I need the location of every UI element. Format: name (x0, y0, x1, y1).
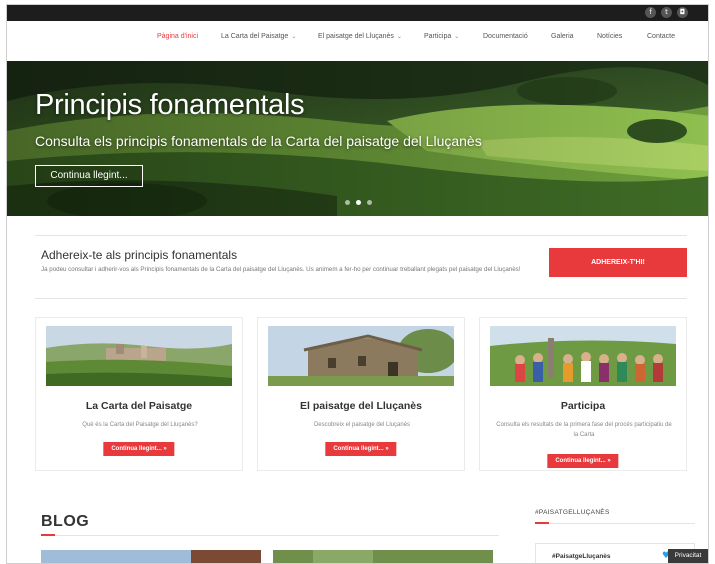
slider-dot[interactable] (367, 200, 372, 205)
chevron-down-icon: ⌄ (396, 34, 402, 40)
card-read-more-button[interactable]: Continua llegint... » (547, 454, 619, 468)
facebook-icon[interactable]: f (645, 7, 656, 18)
nav-item-noticies[interactable]: Notícies (597, 33, 622, 40)
hero-slider: Principis fonamentals Consulta els princ… (7, 61, 708, 216)
card-title: Participa (560, 400, 606, 412)
card-title: El paisatge del Lluçanès (300, 400, 422, 412)
nav-item-galeria[interactable]: Galeria (551, 33, 574, 40)
blog-heading: BLOG (41, 513, 90, 530)
nav-item-label: Pàgina d'inici (157, 33, 199, 40)
nav-item-label: Notícies (597, 33, 623, 40)
feature-card-paisatge: El paisatge del Lluçanès Descobreix el p… (257, 317, 465, 471)
slider-dots (345, 200, 372, 205)
adhere-button[interactable]: ADHEREIX-T'HI! (549, 248, 687, 277)
card-title: La Carta del Paisatge (85, 400, 193, 412)
hashtag-heading: #PAISATGELLUÇANÈS (535, 509, 610, 516)
nav-item-paisatge[interactable]: El paisatge del Lluçanès ⌄ (318, 33, 402, 40)
card-description: Descobreix el paisatge del Lluçanès (313, 422, 411, 428)
feature-card-participa: Participa Consulta els resultats de la p… (479, 317, 687, 471)
main-nav: Pàgina d'inici La Carta del Paisatge ⌄ El… (7, 33, 708, 47)
card-description: Consulta els resultats de la primera fas… (496, 422, 672, 438)
nav-item-home[interactable]: Pàgina d'inici (157, 33, 198, 40)
card-image-group[interactable] (490, 326, 676, 386)
twitter-widget-title: #PaisatgeLluçanès (552, 553, 611, 560)
adhere-text: Ja podeu consultar i adherir-vos als Pri… (41, 266, 521, 273)
nav-item-label: Contacte (647, 33, 676, 40)
hero-read-more-button[interactable]: Continua llegint... (35, 165, 143, 187)
blog-divider-accent (41, 534, 55, 536)
nav-item-label: Participa (424, 33, 452, 40)
card-image-farmhouse[interactable] (268, 326, 454, 386)
feature-card-carta: La Carta del Paisatge Què és la Carta de… (35, 317, 243, 471)
hashtag-divider (535, 523, 695, 524)
chevron-down-icon: ⌄ (454, 34, 460, 40)
nav-item-documentacio[interactable]: Documentació (483, 33, 528, 40)
nav-item-label: Documentació (483, 33, 528, 40)
hero-title: Principis fonamentals (35, 89, 305, 121)
blog-post-thumbnail[interactable] (41, 550, 261, 563)
nav-item-label: Galeria (551, 33, 574, 40)
card-read-more-button[interactable]: Continua llegint... » (103, 442, 175, 456)
card-read-more-button[interactable]: Continua llegint... » (325, 442, 397, 456)
privacy-button[interactable]: Privacitat (668, 549, 708, 563)
hero-subtitle: Consulta els principis fonamentals de la… (35, 133, 482, 149)
card-image-village[interactable] (46, 326, 232, 386)
instagram-icon[interactable]: ◘ (677, 7, 688, 18)
nav-item-participa[interactable]: Participa ⌄ (424, 33, 459, 40)
adhere-title: Adhereix-te als principis fonamentals (41, 248, 238, 262)
hashtag-divider-accent (535, 522, 549, 524)
nav-item-label: El paisatge del Lluçanès (318, 33, 394, 40)
nav-item-label: La Carta del Paisatge (221, 33, 289, 40)
card-description: Què és la Carta del Paisatge del Lluçanè… (82, 422, 198, 428)
social-links: f t ◘ (645, 7, 688, 18)
slider-dot-active[interactable] (356, 200, 361, 205)
slider-dot[interactable] (345, 200, 350, 205)
nav-item-carta[interactable]: La Carta del Paisatge ⌄ (221, 33, 296, 40)
blog-post-thumbnail[interactable] (273, 550, 493, 563)
chevron-down-icon: ⌄ (291, 34, 297, 40)
browser-page: f t ◘ Pàgina d'inici La Carta del Paisat… (6, 4, 709, 564)
twitter-icon[interactable]: t (661, 7, 672, 18)
top-bar: f t ◘ (7, 5, 708, 21)
nav-item-contacte[interactable]: Contacte (647, 33, 675, 40)
adhere-banner: Adhereix-te als principis fonamentals Ja… (35, 235, 687, 299)
blog-divider (41, 535, 499, 536)
